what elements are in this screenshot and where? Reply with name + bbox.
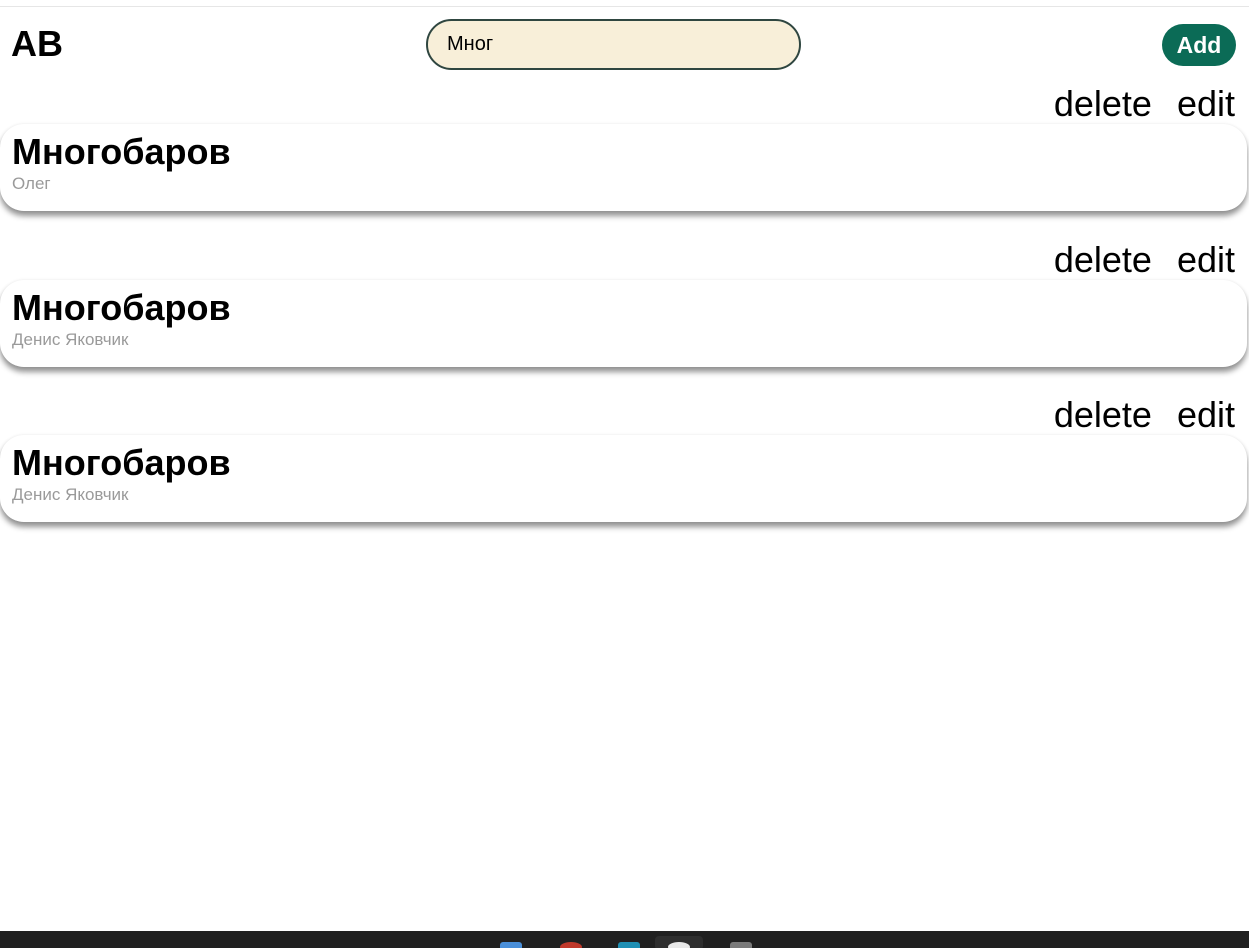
entry-actions: delete edit [1054, 240, 1235, 280]
chrome-icon[interactable] [668, 942, 690, 948]
contact-last-name: Многобаров [12, 287, 231, 328]
delete-button[interactable]: delete [1054, 240, 1152, 280]
list-item: delete edit Многобаров Олег [0, 84, 1249, 224]
app-icon[interactable] [560, 942, 582, 948]
delete-button[interactable]: delete [1054, 395, 1152, 435]
contact-last-name: Многобаров [12, 442, 231, 483]
list-item: delete edit Многобаров Денис Яковчик [0, 395, 1249, 535]
delete-button[interactable]: delete [1054, 84, 1152, 124]
edit-button[interactable]: edit [1177, 240, 1235, 280]
contact-first-name: Олег [12, 174, 51, 193]
contact-card[interactable]: Многобаров Олег [0, 124, 1247, 211]
taskbar [0, 931, 1249, 948]
contact-first-name: Денис Яковчик [12, 330, 129, 349]
entry-actions: delete edit [1054, 395, 1235, 435]
edit-button[interactable]: edit [1177, 395, 1235, 435]
header: AB Add [0, 7, 1249, 83]
contact-last-name: Многобаров [12, 131, 231, 172]
add-button[interactable]: Add [1162, 24, 1236, 66]
edge-icon[interactable] [618, 942, 640, 948]
list-item: delete edit Многобаров Денис Яковчик [0, 240, 1249, 380]
windows-start-icon[interactable] [500, 942, 522, 948]
contact-card[interactable]: Многобаров Денис Яковчик [0, 435, 1247, 522]
contact-card[interactable]: Многобаров Денис Яковчик [0, 280, 1247, 367]
app-title: AB [11, 23, 63, 64]
contact-first-name: Денис Яковчик [12, 485, 129, 504]
search-input[interactable] [426, 19, 801, 70]
entry-actions: delete edit [1054, 84, 1235, 124]
file-explorer-icon[interactable] [730, 942, 752, 948]
edit-button[interactable]: edit [1177, 84, 1235, 124]
